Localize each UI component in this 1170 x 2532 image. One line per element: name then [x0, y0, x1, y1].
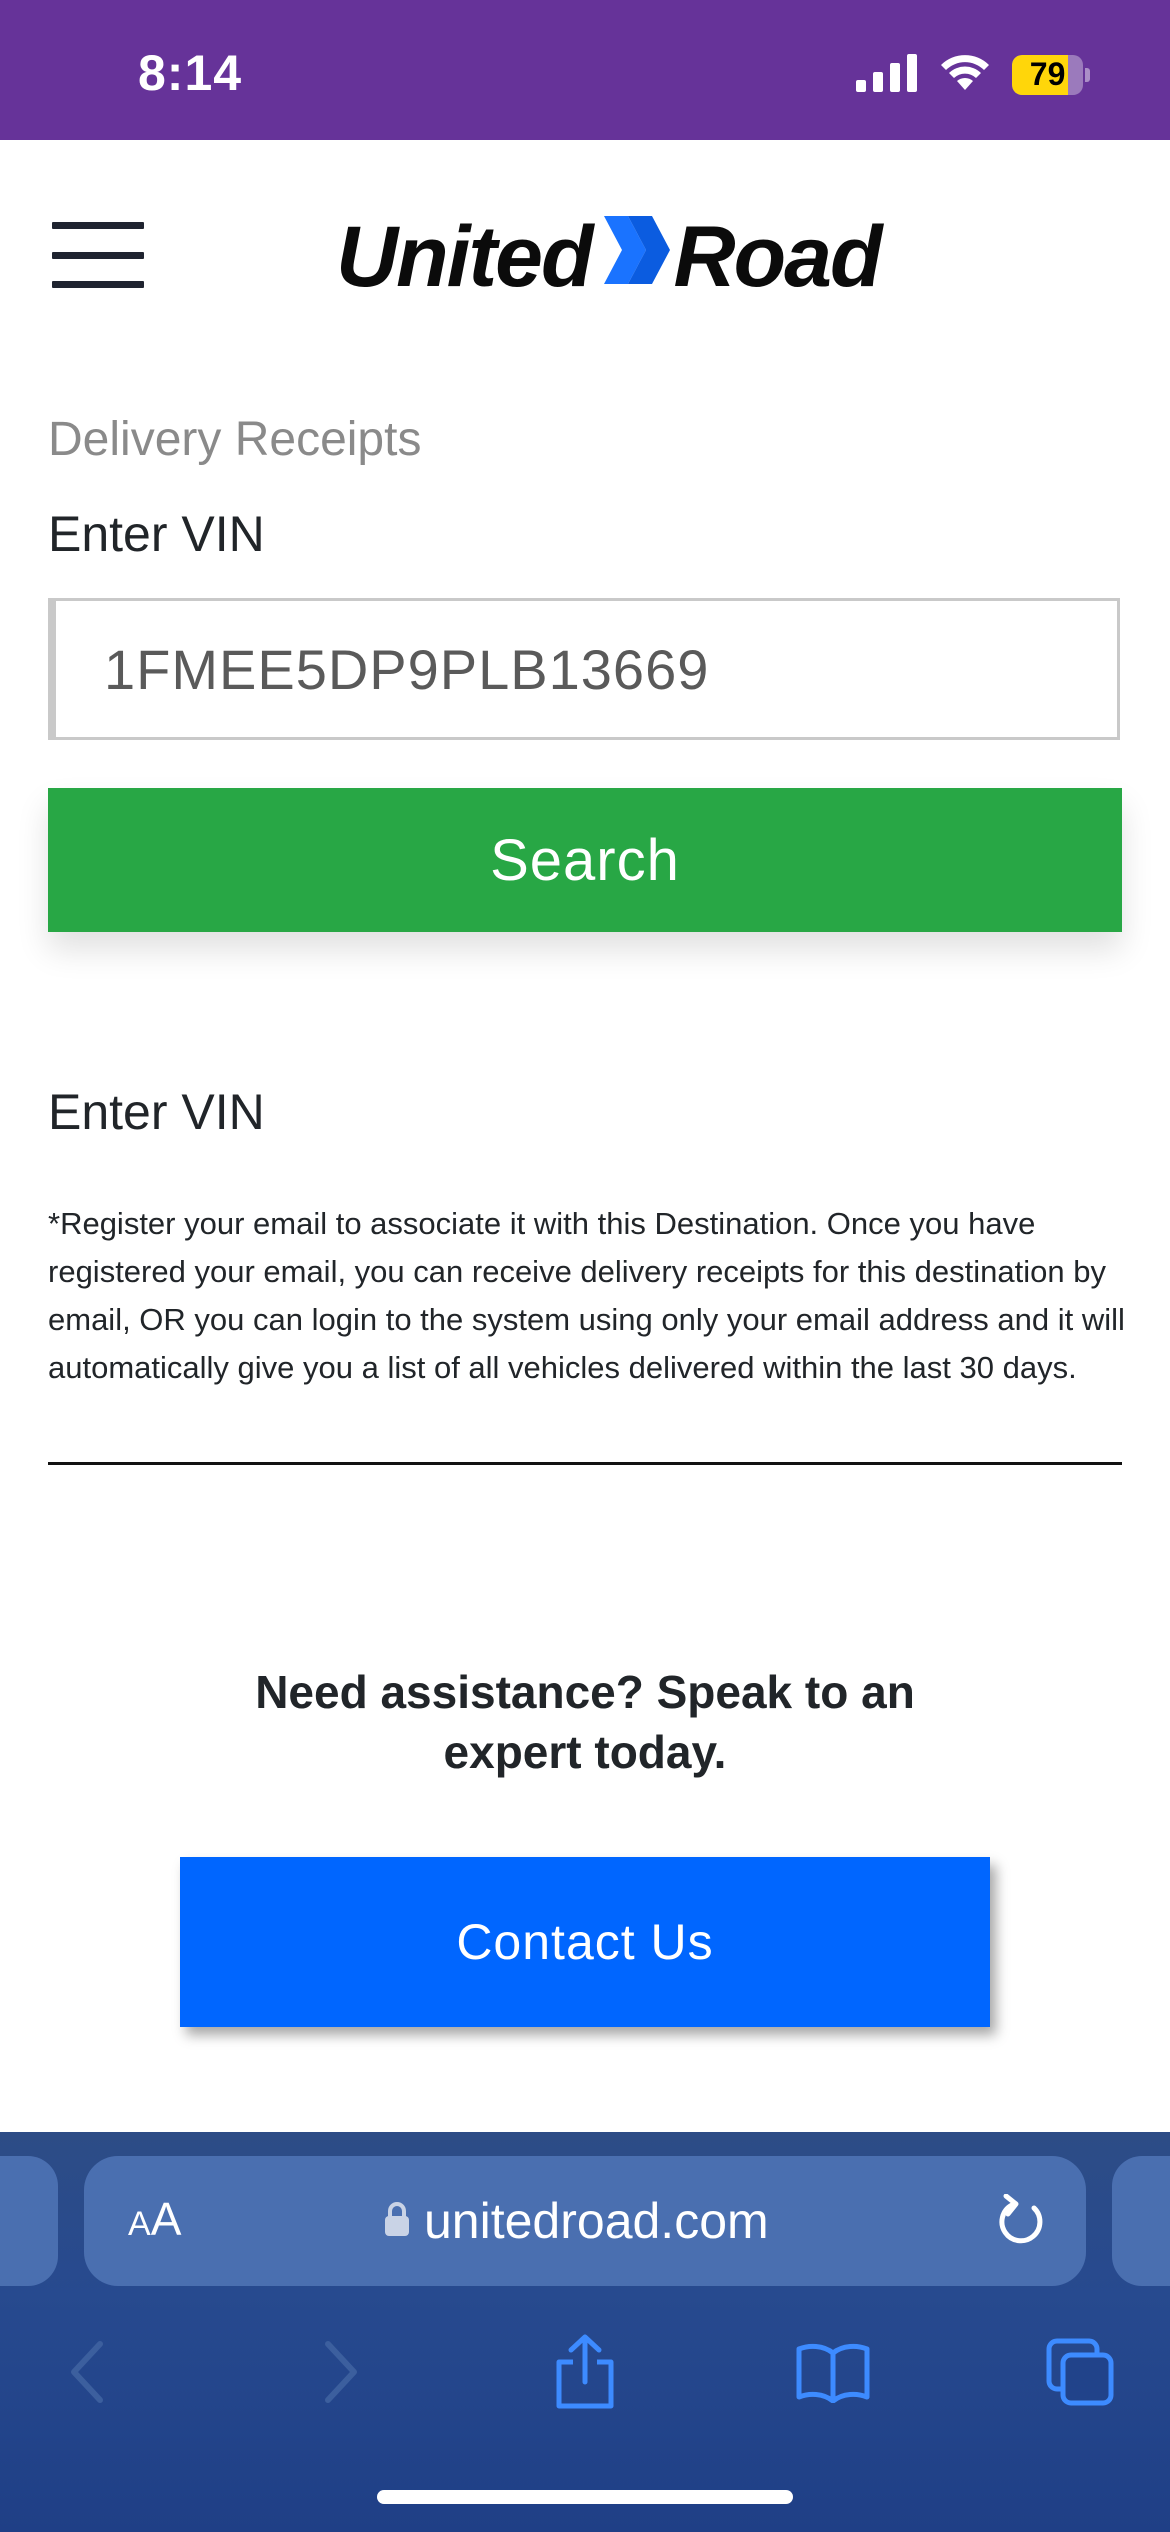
status-time: 8:14 [138, 45, 243, 101]
site-header: United Road [0, 140, 1170, 370]
status-icons: 79 [856, 52, 1090, 97]
vin-input[interactable] [48, 598, 1120, 740]
divider [48, 1462, 1122, 1465]
section-label: Delivery Receipts [48, 413, 422, 466]
info-heading: Enter VIN [48, 1084, 265, 1140]
url-display[interactable]: unitedroad.com [384, 2192, 769, 2250]
url-text: unitedroad.com [424, 2193, 769, 2249]
lock-icon [384, 2201, 410, 2242]
register-email-note: *Register your email to associate it wit… [48, 1206, 1125, 1385]
logo-text-road: Road [673, 208, 883, 305]
text-size-button[interactable]: AA [128, 2192, 181, 2246]
next-tab-peek[interactable] [1112, 2156, 1170, 2286]
battery-level: 79 [1029, 56, 1066, 92]
reload-icon[interactable] [996, 2193, 1046, 2253]
wifi-icon [938, 52, 992, 97]
chevron-mark-icon [598, 208, 670, 307]
share-icon[interactable] [535, 2322, 635, 2422]
previous-tab-peek[interactable] [0, 2156, 58, 2286]
back-icon[interactable] [38, 2322, 138, 2422]
logo-text-united: United [336, 208, 594, 305]
search-button[interactable]: Search [48, 788, 1122, 932]
cellular-signal-icon [856, 52, 918, 97]
browser-nav-row [0, 2322, 1170, 2422]
home-indicator [377, 2490, 793, 2504]
hamburger-menu-icon[interactable] [52, 222, 144, 288]
bookmarks-icon[interactable] [783, 2322, 883, 2422]
status-bar: 8:14 79 [0, 0, 1170, 140]
battery-icon: 79 [1012, 54, 1090, 95]
forward-icon[interactable] [290, 2322, 390, 2422]
assistance-heading: Need assistance? Speak to an expert toda… [255, 1666, 915, 1778]
vin-field-label: Enter VIN [48, 506, 265, 562]
tabs-icon[interactable] [1030, 2322, 1130, 2422]
united-road-logo[interactable]: United Road [336, 209, 883, 305]
address-bar[interactable]: AA unitedroad.com [84, 2156, 1086, 2286]
browser-toolbar: AA unitedroad.com [0, 2132, 1170, 2532]
contact-us-button[interactable]: Contact Us [180, 1857, 990, 2027]
